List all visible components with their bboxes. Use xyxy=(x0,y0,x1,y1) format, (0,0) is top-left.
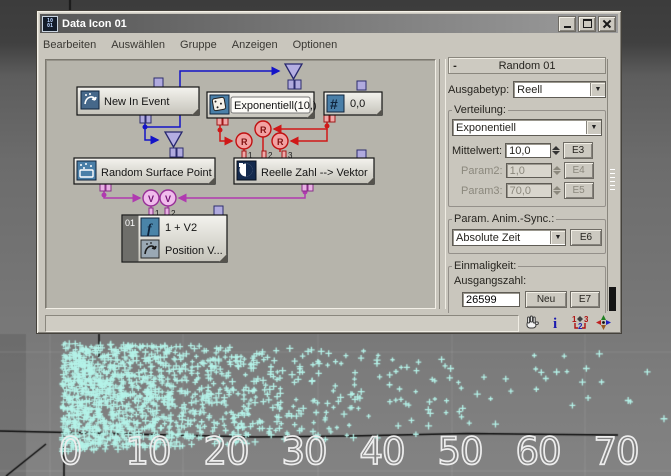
param2-label: Param2: xyxy=(461,164,503,177)
svg-text:#: # xyxy=(330,96,338,112)
recenter-button[interactable] xyxy=(595,314,612,331)
menu-auswaehlen[interactable]: Auswählen xyxy=(111,39,165,51)
mean-label: Mittelwert: xyxy=(452,144,503,157)
anim-sync-group: Param. Anim.-Sync.: Absolute Zeit ▼ E6 xyxy=(448,213,606,254)
svg-text:2: 2 xyxy=(578,322,583,331)
menu-gruppe[interactable]: Gruppe xyxy=(180,39,217,51)
node-new-in-event[interactable]: New In Event xyxy=(76,86,200,116)
node-operator[interactable]: 01 f 1 + V2 Position V... xyxy=(121,214,228,263)
chevron-down-icon[interactable]: ▼ xyxy=(550,231,565,244)
svg-text:01: 01 xyxy=(125,218,135,228)
mean-expose-button[interactable]: E3 xyxy=(563,142,594,159)
svg-text:3: 3 xyxy=(584,315,588,324)
minimize-icon xyxy=(563,26,571,28)
svg-text:Position V...: Position V... xyxy=(165,245,223,257)
seed-label: Ausgangszahl: xyxy=(454,275,527,287)
data-icon-window: 10 01 Data Icon 01 Bearbeiten Auswählen G… xyxy=(36,10,622,334)
menu-bearbeiten[interactable]: Bearbeiten xyxy=(43,39,96,51)
parameters-panel: - Random 01 Ausgabetyp: Reell ▼ Verteilu… xyxy=(448,57,606,313)
svg-text:Random Surface Point: Random Surface Point xyxy=(101,167,212,179)
svg-text:V: V xyxy=(148,194,154,204)
menu-optionen[interactable]: Optionen xyxy=(293,39,338,51)
svg-text:i: i xyxy=(553,316,557,331)
rollout-collapse-icon[interactable]: - xyxy=(449,60,461,72)
mean-spinner[interactable] xyxy=(552,146,561,155)
info-button[interactable]: i xyxy=(547,314,564,331)
menu-bar: Bearbeiten Auswählen Gruppe Anzeigen Opt… xyxy=(43,36,615,53)
position-icon xyxy=(140,239,160,259)
window-title: Data Icon 01 xyxy=(62,17,127,30)
event-connector-triangle[interactable] xyxy=(283,63,304,81)
distribution-dropdown[interactable]: Exponentiell ▼ xyxy=(452,119,602,136)
node-exponentiell[interactable]: Exponentiell(10,) xyxy=(206,91,317,119)
svg-text:1: 1 xyxy=(572,315,577,324)
panel-splitter[interactable] xyxy=(439,59,446,309)
seed-input[interactable] xyxy=(462,292,520,307)
maximize-button[interactable] xyxy=(578,15,596,32)
chevron-down-icon[interactable]: ▼ xyxy=(590,83,605,96)
mean-field[interactable]: 10,0 xyxy=(505,143,552,158)
rollout-random01[interactable]: - Random 01 xyxy=(448,57,606,74)
param2-spinner xyxy=(552,166,562,175)
sync-expose-button[interactable]: E6 xyxy=(570,229,602,246)
chevron-down-icon[interactable]: ▼ xyxy=(586,121,601,134)
svg-text:New In Event: New In Event xyxy=(104,96,169,108)
output-type-dropdown[interactable]: Reell ▼ xyxy=(513,81,606,98)
maximize-icon xyxy=(582,19,592,28)
titlebar[interactable]: 10 01 Data Icon 01 xyxy=(40,14,618,33)
desktop: { "window": { "title": "Data Icon 01", "… xyxy=(0,0,671,476)
param2-expose-button: E4 xyxy=(563,162,594,179)
svg-text:R: R xyxy=(260,125,267,135)
node-random-surface-point[interactable]: Random Surface Point xyxy=(73,157,216,185)
param3-spinner xyxy=(552,186,562,195)
app-icon: 10 01 xyxy=(42,15,58,32)
anim-sync-dropdown[interactable]: Absolute Zeit ▼ xyxy=(452,229,566,246)
depth-order-button[interactable]: 1 3 2 xyxy=(571,314,588,331)
status-message-field xyxy=(45,315,519,332)
menu-anzeigen[interactable]: Anzeigen xyxy=(232,39,278,51)
svg-text:1 + V2: 1 + V2 xyxy=(165,222,197,234)
event-connector-triangle[interactable] xyxy=(163,131,184,149)
uniqueness-group: Einmaligkeit: Ausgangszahl: Neu E7 xyxy=(448,260,606,313)
svg-text:0,0: 0,0 xyxy=(350,98,365,110)
param2-field: 1,0 xyxy=(505,163,552,178)
node-graph-canvas[interactable]: 1 2 3 1 2 New In Event Exponentiell(10,)… xyxy=(45,59,436,309)
compass-icon xyxy=(596,315,611,330)
svg-text:Reelle Zahl --> Vektor: Reelle Zahl --> Vektor xyxy=(261,167,368,179)
seed-expose-button[interactable]: E7 xyxy=(570,291,600,308)
distribution-group: Verteilung: Exponentiell ▼ Mittelwert: 1… xyxy=(448,104,606,207)
svg-text:R: R xyxy=(277,137,284,147)
wire-magenta-vector xyxy=(101,189,308,209)
svg-text:V: V xyxy=(165,194,171,204)
panel-grip[interactable] xyxy=(610,169,615,191)
pan-hand-icon xyxy=(526,315,539,329)
param3-expose-button: E5 xyxy=(563,182,594,199)
panel-scrollbar-thumb[interactable] xyxy=(609,287,616,311)
rollout-title: Random 01 xyxy=(498,59,556,72)
new-seed-button[interactable]: Neu xyxy=(525,291,567,308)
minimize-button[interactable] xyxy=(558,15,576,32)
output-type-label: Ausgabetyp: xyxy=(448,83,510,96)
param3-field: 70,0 xyxy=(505,183,552,198)
value-ports-magenta[interactable] xyxy=(99,182,314,216)
depth-order-icon: 1 3 2 xyxy=(572,315,588,331)
pan-tool-button[interactable] xyxy=(523,314,540,331)
info-icon: i xyxy=(553,316,557,331)
svg-text:Exponentiell(10,): Exponentiell(10,) xyxy=(234,100,317,112)
svg-text:R: R xyxy=(241,137,248,147)
node-number[interactable]: # 0,0 xyxy=(323,91,383,116)
param3-label: Param3: xyxy=(461,184,503,197)
node-real-to-vector[interactable]: Reelle Zahl --> Vektor xyxy=(233,157,375,185)
panel-scrollbar[interactable] xyxy=(607,59,617,311)
close-button[interactable] xyxy=(598,15,616,32)
